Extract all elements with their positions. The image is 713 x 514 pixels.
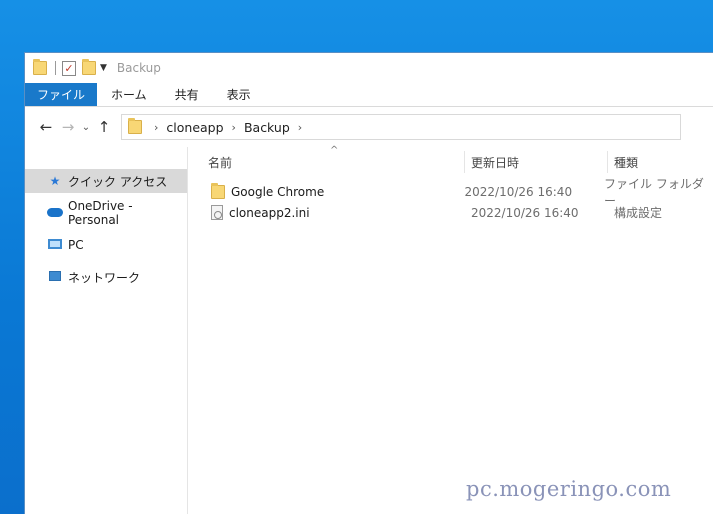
folder-icon bbox=[128, 118, 142, 134]
address-bar[interactable]: › cloneapp › Backup › bbox=[121, 114, 681, 140]
navigation-row: ← → ⌄ ↑ › cloneapp › Backup › bbox=[25, 107, 713, 147]
back-arrow-icon[interactable]: ← bbox=[35, 118, 57, 136]
properties-icon[interactable]: ✓ bbox=[62, 60, 76, 76]
sidebar-item-label: クイック アクセス bbox=[68, 174, 168, 189]
file-type: 構成設定 bbox=[614, 206, 663, 220]
tab-file[interactable]: ファイル bbox=[25, 83, 98, 106]
file-name-cell: Google Chrome bbox=[188, 182, 459, 199]
sidebar-item-onedrive[interactable]: OneDrive - Personal bbox=[25, 199, 187, 227]
chevron-right-icon[interactable]: › bbox=[154, 121, 158, 134]
navigation-pane: ★ クイック アクセス OneDrive - Personal PC ネットワー… bbox=[25, 147, 188, 514]
network-icon bbox=[47, 270, 63, 284]
divider bbox=[55, 61, 56, 75]
ini-file-icon bbox=[211, 205, 223, 220]
sidebar-item-label: ネットワーク bbox=[68, 270, 141, 285]
folder-icon bbox=[33, 59, 47, 75]
explorer-window: ✓ ▼ Backup ファイル ホーム 共有 表示 ← → ⌄ ↑ › clon… bbox=[24, 52, 713, 514]
tab-share[interactable]: 共有 bbox=[161, 83, 213, 106]
file-date: 2022/10/26 16:40 bbox=[471, 205, 579, 220]
column-headers: 名前 更新日時 種類 bbox=[188, 151, 713, 173]
breadcrumb-backup[interactable]: Backup bbox=[244, 120, 290, 135]
folder-icon bbox=[211, 182, 225, 199]
tab-view[interactable]: 表示 bbox=[213, 83, 265, 106]
up-arrow-icon[interactable]: ↑ bbox=[93, 118, 115, 136]
onedrive-icon bbox=[47, 206, 63, 220]
file-name: Google Chrome bbox=[231, 184, 325, 199]
new-folder-icon[interactable] bbox=[82, 59, 96, 75]
sidebar-item-label: PC bbox=[68, 238, 84, 252]
recent-locations-chevron-icon[interactable]: ⌄ bbox=[79, 122, 93, 133]
quick-access-toolbar-dropdown-icon[interactable]: ▼ bbox=[100, 63, 107, 73]
star-icon: ★ bbox=[49, 174, 61, 188]
watermark: pc.mogeringo.com bbox=[466, 477, 672, 501]
file-list: Google Chrome 2022/10/26 16:40 ファイル フォルダ… bbox=[188, 177, 713, 223]
file-date: 2022/10/26 16:40 bbox=[464, 184, 573, 199]
ribbon-tabs: ファイル ホーム 共有 表示 bbox=[25, 83, 713, 107]
title-bar: ✓ ▼ Backup bbox=[25, 53, 713, 83]
table-row[interactable]: cloneapp2.ini 2022/10/26 16:40 構成設定 bbox=[188, 202, 713, 223]
chevron-right-icon[interactable]: › bbox=[298, 121, 302, 134]
sidebar-item-label: OneDrive - Personal bbox=[68, 199, 133, 227]
pc-icon bbox=[47, 238, 63, 252]
file-list-pane: ^ 名前 更新日時 種類 Google Chrome 2022/10/26 16… bbox=[188, 145, 713, 514]
file-name: cloneapp2.ini bbox=[229, 205, 310, 220]
chevron-right-icon[interactable]: › bbox=[232, 121, 236, 134]
sidebar-item-quick-access[interactable]: ★ クイック アクセス bbox=[25, 169, 187, 193]
sidebar-item-network[interactable]: ネットワーク bbox=[25, 265, 187, 289]
column-header-type[interactable]: 種類 bbox=[608, 151, 638, 173]
forward-arrow-icon[interactable]: → bbox=[57, 118, 79, 136]
sidebar-item-pc[interactable]: PC bbox=[25, 233, 187, 257]
breadcrumb-cloneapp[interactable]: cloneapp bbox=[166, 120, 223, 135]
table-row[interactable]: Google Chrome 2022/10/26 16:40 ファイル フォルダ… bbox=[188, 177, 713, 208]
column-header-name[interactable]: 名前 bbox=[188, 151, 465, 173]
window-title: Backup bbox=[116, 61, 161, 75]
column-header-date[interactable]: 更新日時 bbox=[465, 151, 608, 173]
main-content: ★ クイック アクセス OneDrive - Personal PC ネットワー… bbox=[25, 145, 713, 514]
tab-home[interactable]: ホーム bbox=[97, 83, 161, 106]
file-name-cell: cloneapp2.ini bbox=[188, 205, 465, 220]
